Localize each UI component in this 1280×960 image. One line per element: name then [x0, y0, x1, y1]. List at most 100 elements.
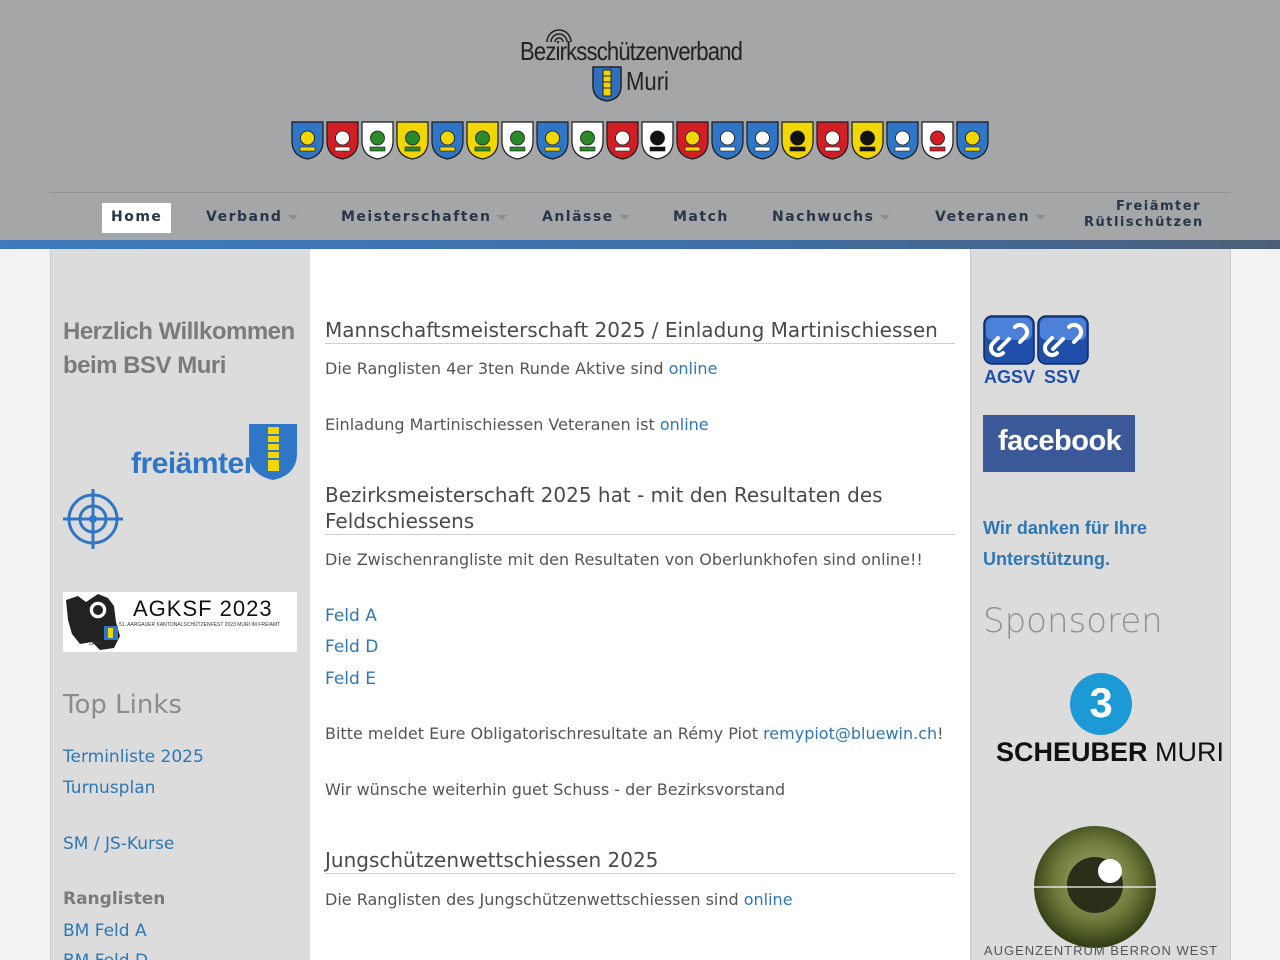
scheuber-city: MURI [1155, 737, 1225, 767]
scheuber-wordmark: SCHEUBER MURI [996, 737, 1224, 768]
freiamter-text: freiämter [131, 447, 255, 480]
left-sidebar: Herzlich Willkommen beim BSV Muri freiäm… [50, 249, 311, 960]
scheuber-number: 3 [1089, 679, 1113, 726]
municipality-crest-icon [816, 121, 849, 160]
facebook-wordmark: facebook [998, 425, 1122, 457]
link-bm-feld-d[interactable]: BM Feld D [63, 951, 148, 960]
paragraph-ranglisten-4er: Die Ranglisten 4er 3ten Runde Aktive sin… [325, 359, 955, 378]
paragraph-obligatorisch: Bitte meldet Eure Obligatorischresultate… [325, 724, 955, 743]
nav-verband-label: Verband [206, 209, 283, 225]
municipality-crest-icon [606, 121, 639, 160]
nav-veteranen[interactable]: Veteranen [935, 203, 1047, 233]
agksf-title: AGKSF 2023 [133, 596, 273, 621]
nav-freiaemter-label: Freiämter [1116, 199, 1201, 214]
header-accent-band [0, 240, 1280, 249]
link-feld-d[interactable]: Feld D [325, 637, 378, 657]
email-link[interactable]: remypiot@bluewin.ch [763, 724, 937, 743]
nav-nachwuchs[interactable]: Nachwuchs [772, 203, 891, 233]
municipality-crest-icon [676, 121, 709, 160]
chevron-down-icon [880, 214, 891, 220]
paragraph-text: Die Ranglisten 4er 3ten Runde Aktive sin… [325, 359, 669, 378]
paragraph-text: Die Ranglisten des Jungschützenwettschie… [325, 890, 744, 909]
municipality-crest-icon [361, 121, 394, 160]
ssv-label: SSV [1044, 367, 1081, 387]
scheuber-sponsor-logo[interactable]: 3 SCHEUBER MURI [983, 669, 1224, 773]
nav-home[interactable]: Home [102, 203, 172, 233]
nav-meisterschaften[interactable]: Meisterschaften [341, 203, 508, 233]
nav-match[interactable]: Match [673, 203, 729, 233]
section-heading-bezirksmeisterschaft: Bezirksmeisterschaft 2025 hat - mit den … [325, 482, 955, 535]
agksf-zaema: ZÄMÄ [89, 641, 103, 647]
augenzentrum-text: AUGENZENTRUM BERRON WEST [983, 943, 1219, 958]
link-sm-js-kurse[interactable]: SM / JS-Kurse [63, 834, 174, 854]
muri-shield-icon [592, 66, 622, 102]
municipality-crest-icon [291, 121, 324, 160]
chevron-down-icon [497, 214, 508, 220]
municipality-crest-icon [466, 121, 499, 160]
nav-meisterschaften-label: Meisterschaften [341, 209, 492, 225]
chain-link-icon [1037, 315, 1089, 365]
link-feld-e[interactable]: Feld E [325, 669, 376, 689]
ranglisten-label: Ranglisten [63, 889, 166, 909]
link-feld-a[interactable]: Feld A [325, 606, 377, 626]
paragraph-jungschuetzen-ranglisten: Die Ranglisten des Jungschützenwettschie… [325, 890, 955, 909]
municipality-crest-icon [326, 121, 359, 160]
paragraph-einladung-martini: Einladung Martinischiessen Veteranen ist… [325, 415, 955, 434]
site-logo[interactable]: Bezirksschützenverband Muri [500, 26, 780, 106]
ssv-link[interactable]: SSV [1037, 315, 1089, 391]
chain-link-icon [983, 315, 1035, 365]
municipality-crests [290, 121, 990, 161]
agksf-2023-logo[interactable]: AGKSF 2023 51. AARGAUER KANTONALSCHÜTZEN… [63, 592, 297, 652]
municipality-crest-icon [781, 121, 814, 160]
paragraph-zwischenrangliste: Die Zwischenrangliste mit den Resultaten… [325, 550, 923, 569]
chevron-down-icon [288, 214, 299, 220]
section-heading-mannschaftsmeisterschaft: Mannschaftsmeisterschaft 2025 / Einladun… [325, 317, 955, 344]
municipality-crest-icon [536, 121, 569, 160]
paragraph-text: Einladung Martinischiessen Veteranen ist [325, 415, 660, 434]
main-content: Mannschaftsmeisterschaft 2025 / Einladun… [310, 249, 970, 960]
augenzentrum-sponsor-logo[interactable]: AUGENZENTRUM BERRON WEST [983, 825, 1219, 960]
municipality-crest-icon [571, 121, 604, 160]
freiamter-schiessen-logo[interactable]: freiämter [63, 421, 299, 551]
nav-veteranen-label: Veteranen [935, 209, 1031, 225]
agksf-subtitle: 51. AARGAUER KANTONALSCHÜTZENFEST 2023 M… [119, 622, 281, 628]
municipality-crest-icon [711, 121, 744, 160]
nav-anlaesse[interactable]: Anlässe [542, 203, 630, 233]
nav-anlaesse-label: Anlässe [542, 209, 614, 225]
right-sidebar: AGSV SSV facebook Wir danken für Ihre Un… [970, 249, 1231, 960]
municipality-crest-icon [851, 121, 884, 160]
logo-subtitle: Muri [626, 66, 669, 96]
thanks-text: Wir danken für Ihre Unterstützung. [983, 518, 1147, 569]
online-link[interactable]: online [660, 415, 709, 434]
online-link[interactable]: online [744, 890, 793, 909]
eye-icon [1033, 826, 1157, 948]
online-link[interactable]: online [669, 359, 718, 378]
agsv-link[interactable]: AGSV [983, 315, 1035, 391]
paragraph-text-end: ! [937, 724, 944, 743]
nav-ruetlischuetzen-label: Rütlischützen [1084, 215, 1204, 230]
municipality-crest-icon [641, 121, 674, 160]
link-terminliste[interactable]: Terminliste 2025 [63, 747, 204, 767]
logo-title: Bezirksschützenverband [520, 36, 743, 66]
link-turnusplan[interactable]: Turnusplan [63, 778, 155, 798]
nav-nachwuchs-label: Nachwuchs [772, 209, 875, 225]
link-bm-feld-a[interactable]: BM Feld A [63, 921, 147, 941]
main-navigation: Home Verband Meisterschaften Anlässe Mat… [50, 192, 1230, 241]
paragraph-guet-schuss: Wir wünsche weiterhin guet Schuss - der … [325, 780, 786, 799]
chevron-down-icon [619, 214, 630, 220]
top-links-heading: Top Links [63, 690, 182, 720]
municipality-crest-icon [431, 121, 464, 160]
chevron-down-icon [1036, 214, 1047, 220]
paragraph-text: Bitte meldet Eure Obligatorischresultate… [325, 724, 764, 743]
crosshair-icon [63, 489, 123, 549]
nav-home-label: Home [111, 209, 163, 225]
nav-freiaemter-ruetlischuetzen[interactable]: Freiämter Rütlischützen [1084, 199, 1204, 230]
municipality-crest-icon [746, 121, 779, 160]
nav-verband[interactable]: Verband [206, 203, 299, 233]
municipality-crest-icon [921, 121, 954, 160]
welcome-heading: Herzlich Willkommen beim BSV Muri [63, 318, 295, 379]
facebook-link[interactable]: facebook [983, 415, 1135, 472]
site-header: Bezirksschützenverband Muri Home Verband… [0, 0, 1280, 240]
scheuber-circle-icon: 3 [1070, 673, 1132, 735]
nav-match-label: Match [673, 209, 729, 225]
